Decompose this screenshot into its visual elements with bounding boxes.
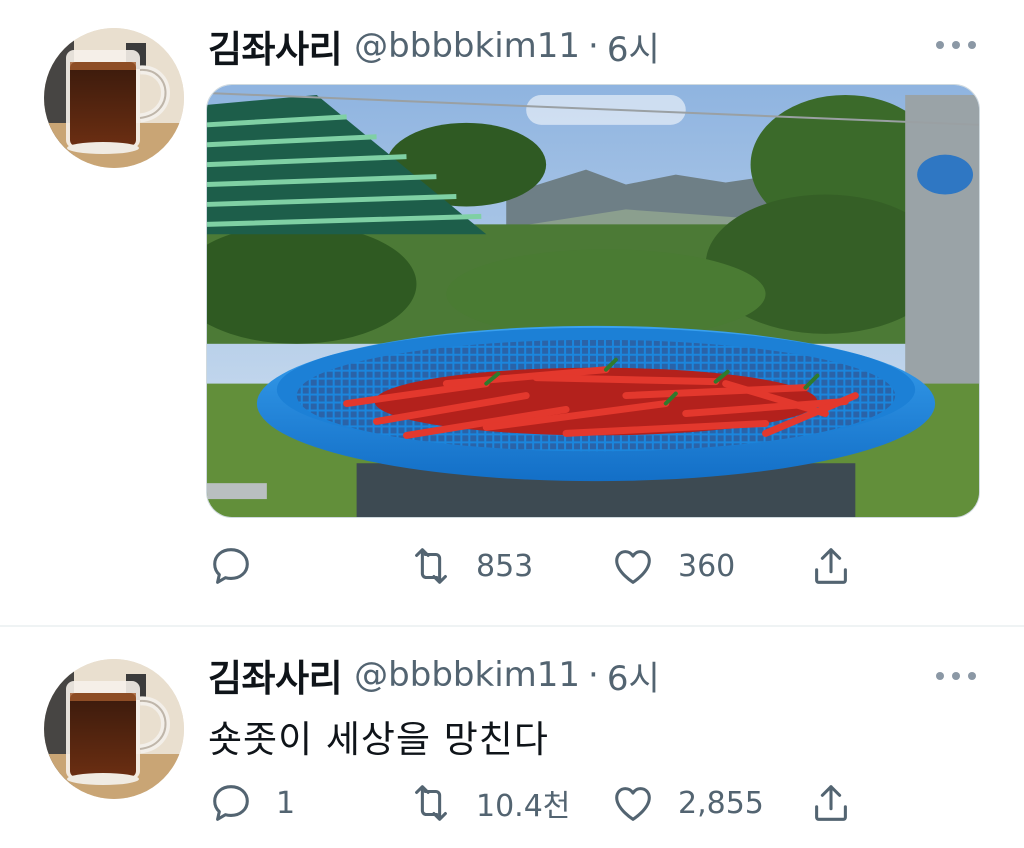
avatar[interactable] — [44, 28, 184, 168]
tweet-header: 김좌사리 @bbbbkim11 · 6시 — [208, 19, 660, 73]
retweet-count: 10.4천 — [476, 789, 571, 824]
tweet-photo[interactable] — [206, 84, 980, 518]
tweet-time[interactable]: 6시 — [607, 22, 660, 71]
tweet-actions: 853 360 — [208, 542, 908, 590]
reply-count: 1 — [276, 785, 296, 821]
reply-icon — [213, 785, 249, 821]
retweet-icon — [415, 548, 447, 584]
more-icon[interactable] — [936, 669, 976, 683]
author-name[interactable]: 김좌사리 — [208, 19, 343, 73]
like-count: 2,855 — [678, 785, 764, 821]
reply-icon — [213, 548, 249, 584]
share-icon — [815, 785, 847, 821]
author-handle[interactable]: @bbbbkim11 — [354, 655, 580, 695]
reply-button[interactable]: 1 — [208, 779, 295, 827]
like-count: 360 — [678, 548, 736, 584]
retweet-button[interactable]: 10.4천 — [408, 779, 570, 827]
share-button[interactable] — [808, 779, 854, 827]
reply-button[interactable] — [208, 542, 276, 590]
tweet-text: 숏좃이 세상을 망친다 — [208, 718, 549, 761]
share-icon — [815, 548, 847, 584]
retweet-count: 853 — [476, 548, 534, 584]
heart-icon — [615, 787, 651, 821]
tweet-time[interactable]: 6시 — [607, 651, 660, 700]
tweet-card[interactable]: 김좌사리 @bbbbkim11 · 6시 숏좃이 세상을 망친다 1 10.4천… — [0, 627, 1024, 848]
more-icon[interactable] — [936, 38, 976, 52]
author-handle[interactable]: @bbbbkim11 — [354, 26, 580, 66]
tweet-card[interactable]: 김좌사리 @bbbbkim11 · 6시 853 360 — [0, 0, 1024, 625]
share-button[interactable] — [808, 542, 854, 590]
like-button[interactable]: 2,855 — [610, 779, 764, 827]
like-button[interactable]: 360 — [610, 542, 735, 590]
separator-dot: · — [588, 26, 599, 66]
heart-icon — [615, 550, 651, 584]
tweet-actions: 1 10.4천 2,855 — [208, 779, 908, 827]
retweet-icon — [415, 785, 447, 821]
avatar[interactable] — [44, 659, 184, 799]
separator-dot: · — [588, 655, 599, 695]
retweet-button[interactable]: 853 — [408, 542, 533, 590]
tweet-header: 김좌사리 @bbbbkim11 · 6시 — [208, 648, 660, 702]
author-name[interactable]: 김좌사리 — [208, 648, 343, 702]
